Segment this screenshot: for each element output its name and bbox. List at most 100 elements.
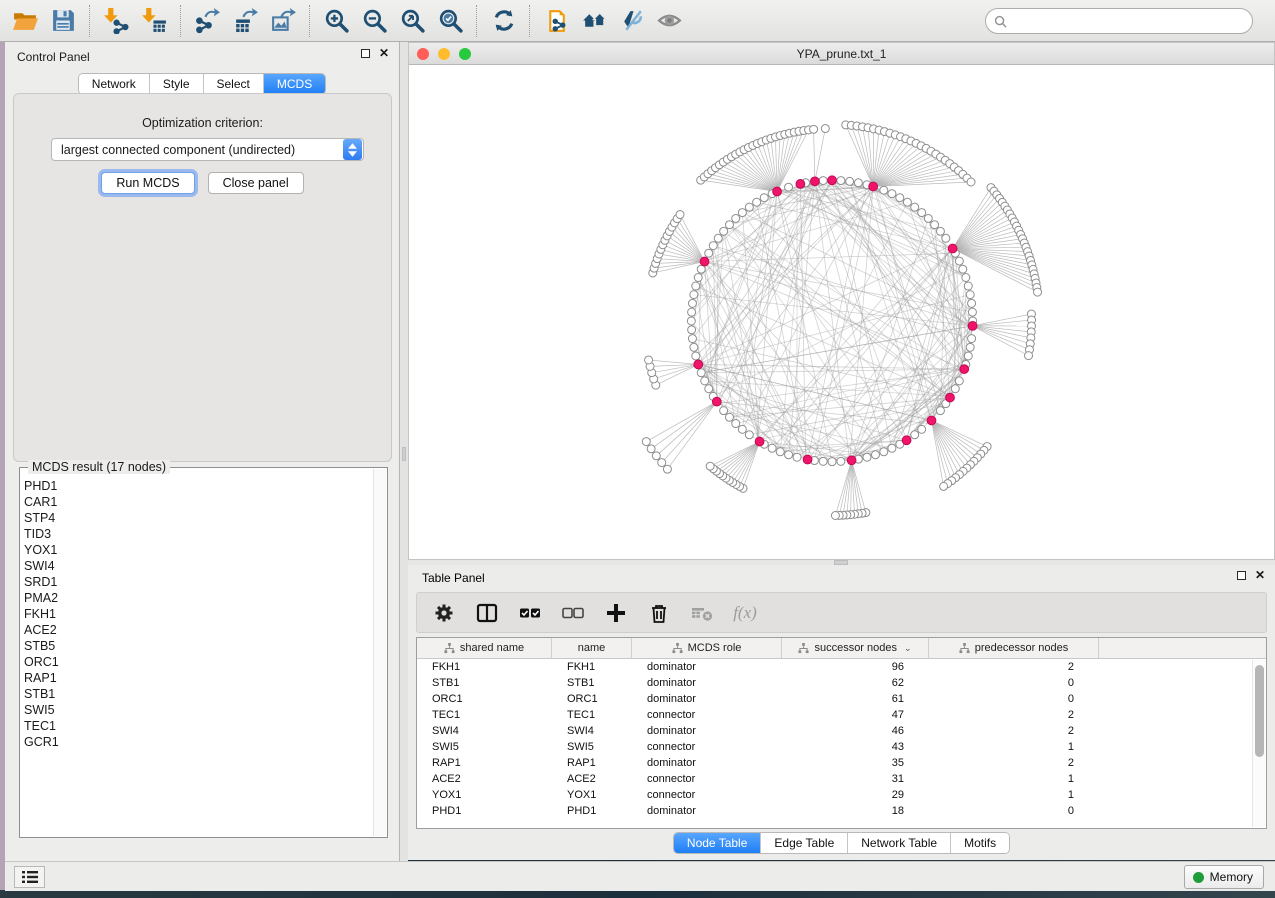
export-network-button[interactable] — [188, 3, 226, 39]
new-network-doc-button[interactable] — [537, 3, 575, 39]
criterion-dropdown[interactable]: largest connected component (undirected) — [51, 138, 364, 161]
network-canvas[interactable] — [409, 65, 1274, 559]
cell-shared-name: SWI4 — [417, 725, 552, 737]
mcds-result-item[interactable]: ORC1 — [24, 654, 373, 670]
close-table-panel-icon[interactable]: ✕ — [1255, 571, 1265, 580]
search-input[interactable] — [1007, 11, 1252, 31]
column-header-predecessor-nodes[interactable]: predecessor nodes — [929, 638, 1099, 658]
select-all-button[interactable] — [517, 600, 543, 626]
close-panel-icon[interactable]: ✕ — [379, 49, 389, 58]
export-image-button[interactable] — [264, 3, 302, 39]
mcds-result-item[interactable]: STP4 — [24, 510, 373, 526]
table-row[interactable]: FKH1FKH1dominator962 — [417, 659, 1266, 675]
cell-MCDS-role: dominator — [632, 725, 782, 737]
zoom-in-icon — [323, 7, 350, 34]
optimization-label: Optimization criterion: — [14, 116, 391, 130]
add-column-button[interactable] — [603, 600, 629, 626]
tab-network[interactable]: Network — [79, 74, 150, 94]
maximize-window-icon[interactable] — [459, 48, 471, 60]
table-row[interactable]: ORC1ORC1dominator610 — [417, 691, 1266, 707]
vertical-splitter[interactable] — [400, 42, 408, 861]
shared-column-icon — [959, 643, 970, 654]
column-header-successor-nodes[interactable]: successor nodes⌄ — [782, 638, 929, 658]
float-table-panel-icon[interactable] — [1237, 571, 1246, 580]
mcds-result-item[interactable]: SRD1 — [24, 574, 373, 590]
refresh-layout-icon — [490, 7, 517, 34]
mcds-options-box: Optimization criterion: largest connecte… — [13, 93, 392, 462]
mcds-result-item[interactable]: YOX1 — [24, 542, 373, 558]
mcds-result-item[interactable]: SWI5 — [24, 702, 373, 718]
mcds-result-item[interactable]: ACE2 — [24, 622, 373, 638]
show-details-eye-button[interactable] — [651, 3, 689, 39]
column-header-shared-name[interactable]: shared name — [417, 638, 552, 658]
table-options-gear-button[interactable] — [431, 600, 457, 626]
save-session-button[interactable] — [44, 3, 82, 39]
column-header-MCDS-role[interactable]: MCDS role — [632, 638, 782, 658]
split-panes-button[interactable] — [474, 600, 500, 626]
import-network-button[interactable] — [97, 3, 135, 39]
dropdown-stepper-icon — [343, 139, 362, 160]
search-box[interactable] — [985, 8, 1253, 34]
home-networks-button[interactable] — [575, 3, 613, 39]
open-file-button[interactable] — [6, 3, 44, 39]
cell-MCDS-role: dominator — [632, 693, 782, 705]
mcds-result-item[interactable]: TID3 — [24, 526, 373, 542]
zoom-selected-button[interactable] — [431, 3, 469, 39]
delete-column-button[interactable] — [646, 600, 672, 626]
network-title: YPA_prune.txt_1 — [797, 47, 887, 61]
cell-successor-nodes: 31 — [782, 773, 929, 785]
unselect-all-button[interactable] — [560, 600, 586, 626]
minimize-window-icon[interactable] — [438, 48, 450, 60]
table-row[interactable]: ACE2ACE2connector311 — [417, 771, 1266, 787]
mcds-result-item[interactable]: FKH1 — [24, 606, 373, 622]
mcds-result-item[interactable]: STB5 — [24, 638, 373, 654]
network-window-titlebar[interactable]: YPA_prune.txt_1 — [409, 43, 1274, 65]
column-header-name[interactable]: name — [552, 638, 632, 658]
open-file-icon — [12, 7, 39, 34]
tab-edge-table[interactable]: Edge Table — [761, 833, 848, 853]
cell-shared-name: SWI5 — [417, 741, 552, 753]
tab-node-table[interactable]: Node Table — [674, 833, 762, 853]
export-table-button[interactable] — [226, 3, 264, 39]
zoom-fit-button[interactable] — [393, 3, 431, 39]
table-row[interactable]: STB1STB1dominator620 — [417, 675, 1266, 691]
result-scrollbar[interactable] — [373, 469, 386, 836]
task-history-button[interactable] — [14, 866, 45, 888]
refresh-layout-button[interactable] — [484, 3, 522, 39]
zoom-in-button[interactable] — [317, 3, 355, 39]
mcds-result-item[interactable]: STB1 — [24, 686, 373, 702]
cell-shared-name: STB1 — [417, 677, 552, 689]
tab-mcds[interactable]: MCDS — [264, 74, 325, 94]
cell-successor-nodes: 46 — [782, 725, 929, 737]
cell-name: YOX1 — [552, 789, 632, 801]
cell-MCDS-role: connector — [632, 789, 782, 801]
tab-style[interactable]: Style — [150, 74, 204, 94]
import-table-button[interactable] — [135, 3, 173, 39]
table-scrollbar[interactable] — [1252, 660, 1265, 827]
mcds-result-item[interactable]: CAR1 — [24, 494, 373, 510]
table-row[interactable]: SWI5SWI5connector431 — [417, 739, 1266, 755]
mcds-result-item[interactable]: TEC1 — [24, 718, 373, 734]
mcds-result-item[interactable]: RAP1 — [24, 670, 373, 686]
memory-button[interactable]: Memory — [1184, 865, 1264, 889]
function-builder-icon: f(x) — [733, 603, 757, 623]
table-row[interactable]: TEC1TEC1connector472 — [417, 707, 1266, 723]
style-preview-button[interactable] — [613, 3, 651, 39]
close-panel-button[interactable]: Close panel — [208, 172, 304, 194]
table-selector-tabs: Node TableEdge TableNetwork TableMotifs — [673, 832, 1010, 854]
mcds-result-item[interactable]: SWI4 — [24, 558, 373, 574]
table-row[interactable]: RAP1RAP1dominator352 — [417, 755, 1266, 771]
mcds-result-item[interactable]: GCR1 — [24, 734, 373, 750]
mcds-result-item[interactable]: PMA2 — [24, 590, 373, 606]
table-row[interactable]: PHD1PHD1dominator180 — [417, 803, 1266, 819]
float-panel-icon[interactable] — [361, 49, 370, 58]
run-mcds-button[interactable]: Run MCDS — [101, 172, 194, 194]
tab-motifs[interactable]: Motifs — [951, 833, 1009, 853]
zoom-out-button[interactable] — [355, 3, 393, 39]
table-row[interactable]: YOX1YOX1connector291 — [417, 787, 1266, 803]
table-row[interactable]: SWI4SWI4dominator462 — [417, 723, 1266, 739]
mcds-result-item[interactable]: PHD1 — [24, 478, 373, 494]
close-window-icon[interactable] — [417, 48, 429, 60]
tab-network-table[interactable]: Network Table — [848, 833, 951, 853]
tab-select[interactable]: Select — [204, 74, 264, 94]
